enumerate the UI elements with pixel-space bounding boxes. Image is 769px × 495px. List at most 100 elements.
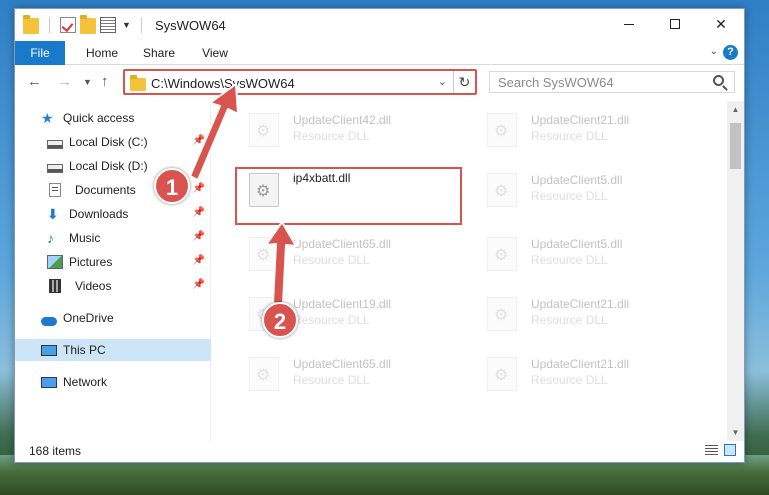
search-icon[interactable] [713,75,724,86]
customize-toolbar-dropdown-icon[interactable]: ▼ [122,20,131,30]
ribbon-tabs: File Home Share View ⌄ ? [15,41,744,65]
pin-icon[interactable]: 📌 [193,231,205,242]
pin-icon[interactable]: 📌 [193,255,205,266]
properties-check-icon[interactable] [60,17,76,33]
quick-access-toolbar: ▼ [23,15,148,34]
dll-file-icon [487,237,517,271]
file-item[interactable]: UpdateClient21.dll Resource DLL [473,351,693,397]
scrollbar-thumb[interactable] [730,123,741,169]
address-bar[interactable]: C:\Windows\SysWOW64 ⌄ ↻ [123,69,477,95]
tab-view[interactable]: View [195,41,235,65]
file-name: UpdateClient21.dll [531,113,630,127]
file-item[interactable]: UpdateClient21.dll Resource DLL [473,107,693,153]
file-item[interactable]: UpdateClient42.dll Resource DLL [235,107,455,153]
file-item[interactable]: UpdateClient5.dll Resource DLL [473,231,693,277]
sidebar-item-music[interactable]: ♪ Music 📌 [15,227,211,249]
pin-icon[interactable]: 📌 [193,135,205,146]
window-title: SysWOW64 [155,18,226,33]
file-name: UpdateClient5.dll [531,237,623,251]
music-icon: ♪ [47,230,54,246]
up-arrow-icon[interactable]: ↑ [101,73,109,90]
details-view-icon[interactable] [705,445,718,456]
cloud-icon [41,316,57,326]
file-item[interactable]: UpdateClient65.dll Resource DLL [235,351,455,397]
file-type: Resource DLL [531,189,608,203]
sidebar-item-onedrive[interactable]: OneDrive [15,307,211,329]
toolbar-divider [140,17,142,33]
pictures-icon [47,255,63,269]
pin-icon[interactable]: 📌 [193,207,205,218]
address-path[interactable]: C:\Windows\SysWOW64 [151,76,295,91]
sidebar-item-pictures[interactable]: Pictures 📌 [15,251,211,273]
file-highlight-outline [235,167,462,225]
folder-icon[interactable] [23,15,39,34]
videos-icon [49,279,61,293]
disk-icon [47,163,63,173]
vertical-scrollbar[interactable]: ▲ ▼ [727,101,744,441]
file-item[interactable]: UpdateClient5.dll Resource DLL [473,167,693,213]
expand-ribbon-chevron-icon[interactable]: ⌄ [710,46,718,57]
tab-home[interactable]: Home [79,41,125,65]
forward-arrow-icon[interactable]: → [57,73,72,90]
sidebar-item-label: This PC [63,343,106,357]
dll-file-icon [487,357,517,391]
sidebar-item-network[interactable]: Network [15,371,211,393]
sidebar-item-this-pc[interactable]: This PC [15,339,211,361]
help-icon[interactable]: ? [723,45,738,60]
disk-icon [47,139,63,149]
close-button[interactable]: ✕ [698,9,744,39]
dll-file-icon [249,357,279,391]
recent-locations-chevron-icon[interactable]: ▼ [83,77,92,87]
folder-icon [130,75,146,91]
maximize-button[interactable] [652,9,698,39]
file-item[interactable]: UpdateClient65.dll Resource DLL [235,231,455,277]
scroll-down-arrow-icon[interactable]: ▼ [727,424,744,441]
sidebar-item-local-disk-c[interactable]: Local Disk (C:) 📌 [15,131,211,153]
network-icon [41,376,57,388]
sidebar-item-label: Music [69,231,101,245]
file-type: Resource DLL [531,313,608,327]
sidebar-item-videos[interactable]: Videos 📌 [15,275,211,297]
file-name: UpdateClient19.dll [293,297,392,311]
file-type: Resource DLL [293,373,370,387]
step-1-badge: 1 [154,168,190,204]
file-type: Resource DLL [293,253,370,267]
status-bar: 168 items [15,440,744,462]
maximize-icon [670,19,680,29]
large-icons-view-icon[interactable] [724,444,736,456]
star-icon: ★ [41,110,54,126]
search-box[interactable]: Search SysWOW64 [489,71,735,93]
scroll-up-arrow-icon[interactable]: ▲ [727,101,744,118]
file-name: UpdateClient65.dll [293,357,392,371]
pin-icon[interactable]: 📌 [193,279,205,290]
file-name: UpdateClient42.dll [293,113,392,127]
pin-icon[interactable]: 📌 [193,159,205,170]
title-bar: ▼ SysWOW64 ✕ [15,9,744,41]
sidebar-item-label: Network [63,375,108,389]
sidebar-item-label: Pictures [69,255,113,269]
dll-file-icon [487,113,517,147]
computer-icon [41,344,57,356]
tab-share[interactable]: Share [139,41,179,65]
close-icon: ✕ [715,15,727,32]
explorer-window: ▼ SysWOW64 ✕ File Home Share View ⌄ ? ← … [14,8,745,463]
sidebar-item-downloads[interactable]: ⬇ Downloads 📌 [15,203,211,225]
step-2-badge: 2 [262,302,298,338]
address-dropdown-chevron-icon[interactable]: ⌄ [438,75,447,88]
minimize-button[interactable] [606,9,652,39]
sidebar-item-label: Quick access [63,111,135,125]
file-type: Resource DLL [531,373,608,387]
tab-file[interactable]: File [15,41,65,65]
sidebar-item-quick-access[interactable]: ★ Quick access [15,107,211,129]
search-input[interactable]: Search SysWOW64 [498,75,614,90]
refresh-icon[interactable]: ↻ [453,71,475,93]
new-folder-icon[interactable] [80,15,96,34]
properties-icon[interactable] [100,17,116,33]
file-item[interactable]: UpdateClient21.dll Resource DLL [473,291,693,337]
pin-icon[interactable]: 📌 [193,183,205,194]
minimize-icon [624,23,634,25]
file-type: Resource DLL [531,129,608,143]
item-count: 168 items [29,444,82,458]
dll-file-icon [487,173,517,207]
back-arrow-icon[interactable]: ← [27,73,42,90]
